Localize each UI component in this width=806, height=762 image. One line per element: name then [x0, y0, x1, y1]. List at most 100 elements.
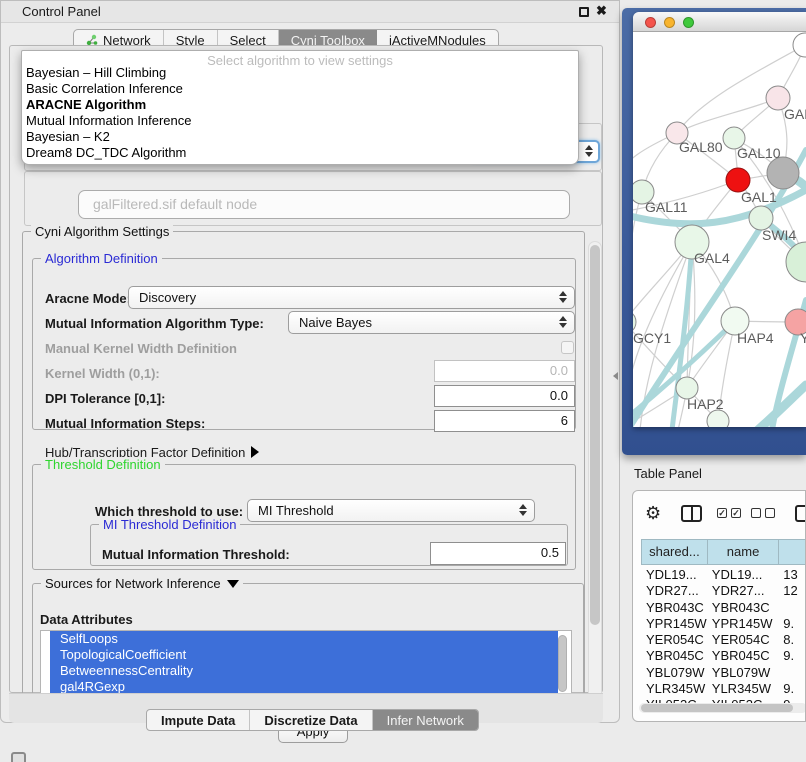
- network-node[interactable]: [793, 33, 806, 57]
- table-hscrollbar: [639, 703, 806, 713]
- node-label: GAL: [784, 106, 806, 122]
- aracne-mode-label: Aracne Mode:: [45, 291, 131, 306]
- mi-threshold-input[interactable]: 0.5: [430, 542, 566, 565]
- deselect-all-icon[interactable]: [751, 508, 761, 518]
- select-all-icon[interactable]: ✓: [717, 508, 727, 518]
- table-row[interactable]: YLR345WYLR345W9.: [641, 681, 806, 697]
- node-label: GAL11: [645, 199, 688, 215]
- close-panel-icon[interactable]: ✖: [596, 3, 607, 19]
- table-cell: YPR145W: [641, 616, 707, 632]
- table-row[interactable]: YDR27...YDR27...12: [641, 583, 806, 599]
- combo-arrows-icon: [585, 145, 593, 157]
- table-cell: YPR145W: [707, 616, 778, 632]
- network-combo[interactable]: galFiltered.sif default node: [78, 190, 570, 219]
- table-cell: 9.: [778, 648, 806, 664]
- table-cell: 8.: [778, 632, 806, 648]
- combo-arrows-icon: [559, 316, 567, 328]
- network-edge: [633, 192, 642, 322]
- float-panel-icon[interactable]: [579, 7, 589, 17]
- node-table: shared...name: [641, 539, 806, 565]
- group-title: Algorithm Definition: [41, 251, 162, 266]
- node-label: GAL4: [694, 250, 730, 266]
- tab-infer-network[interactable]: Infer Network: [373, 710, 478, 730]
- table-cell: YDR27...: [641, 583, 707, 599]
- zoom-traffic-light[interactable]: [683, 17, 694, 28]
- table-cell: YDR27...: [707, 583, 778, 599]
- dpi-tolerance-input[interactable]: 0.0: [434, 385, 575, 407]
- column-header[interactable]: name: [707, 539, 779, 565]
- attribute-item[interactable]: BetweennessCentrality: [50, 663, 558, 679]
- network-node[interactable]: [767, 157, 799, 189]
- expand-right-icon: [251, 446, 259, 458]
- network-window-titlebar[interactable]: [633, 12, 806, 32]
- collapse-down-icon: [227, 580, 239, 588]
- table-row[interactable]: YBL079WYBL079W: [641, 665, 806, 681]
- mi-algorithm-type-select[interactable]: Naive Bayes: [288, 311, 575, 334]
- kernel-width-input[interactable]: 0.0: [434, 360, 575, 382]
- attribute-item[interactable]: TopologicalCoefficient: [50, 647, 558, 663]
- table-cell: YBR043C: [641, 600, 707, 616]
- group-title: Threshold Definition: [41, 457, 165, 472]
- gear-icon[interactable]: ⚙: [645, 504, 661, 522]
- attributes-list-scrollbar[interactable]: [558, 635, 567, 692]
- close-traffic-light[interactable]: [645, 17, 656, 28]
- which-threshold-select[interactable]: MI Threshold: [247, 499, 535, 522]
- node-label: GAL1: [741, 189, 777, 205]
- column-header[interactable]: [778, 539, 806, 565]
- node-label: Y: [800, 330, 806, 346]
- data-attributes-list[interactable]: SelfLoopsTopologicalCoefficientBetweenne…: [40, 630, 572, 701]
- algorithm-option[interactable]: Bayesian – K2: [22, 129, 578, 145]
- table-row[interactable]: YPR145WYPR145W9.: [641, 616, 806, 632]
- algorithm-option[interactable]: ARACNE Algorithm: [22, 97, 578, 113]
- network-view-window: GALGAL80GAL10GAL1GAL11SWI4GAL4GCY1HAP4YH…: [633, 12, 806, 427]
- kernel-width-label: Kernel Width (0,1):: [45, 366, 160, 381]
- combo-arrows-icon: [559, 291, 567, 303]
- splitter-collapse-icon[interactable]: [613, 372, 618, 380]
- network-canvas[interactable]: GALGAL80GAL10GAL1GAL11SWI4GAL4GCY1HAP4YH…: [633, 32, 806, 427]
- sources-collapser[interactable]: Sources for Network Inference: [41, 576, 243, 591]
- node-table-rows: YDL19...YDL19...13YDR27...YDR27...12YBR0…: [641, 567, 806, 703]
- tab-impute-data[interactable]: Impute Data: [147, 710, 250, 730]
- algorithm-option[interactable]: Mutual Information Inference: [22, 113, 578, 129]
- tab-discretize-data[interactable]: Discretize Data: [250, 710, 372, 730]
- aracne-mode-select[interactable]: Discovery: [128, 286, 575, 309]
- algorithm-dropdown-list: Select algorithm to view settings Bayesi…: [21, 50, 579, 165]
- algorithm-option[interactable]: Dream8 DC_TDC Algorithm: [22, 145, 578, 161]
- control-panel: Control Panel ✖ NetworkStyleSelectCyni T…: [0, 0, 620, 723]
- table-hscrollbar-thumb[interactable]: [641, 704, 793, 712]
- table-row[interactable]: YBR043CYBR043C: [641, 600, 806, 616]
- node-label: HAP2: [687, 396, 724, 412]
- manual-kernel-width-checkbox[interactable]: [561, 341, 574, 354]
- algorithm-option[interactable]: Basic Correlation Inference: [22, 81, 578, 97]
- table-cell: 9.: [778, 681, 806, 697]
- minimize-traffic-light[interactable]: [664, 17, 675, 28]
- minimized-panel-icon[interactable]: [11, 752, 26, 762]
- table-cell: YBR043C: [707, 600, 778, 616]
- dpi-tolerance-label: DPI Tolerance [0,1]:: [45, 391, 165, 406]
- table-row[interactable]: YBR045CYBR045C9.: [641, 648, 806, 664]
- settings-vscrollbar-thumb[interactable]: [590, 245, 600, 625]
- column-header[interactable]: shared...: [641, 539, 707, 565]
- table-cell: 13: [778, 567, 806, 583]
- table-panel-title: Table Panel: [634, 466, 702, 481]
- columns-icon[interactable]: [681, 505, 702, 522]
- table-cell: YER054C: [707, 632, 778, 648]
- node-label: GAL80: [679, 139, 723, 155]
- table-row[interactable]: YER054CYER054C8.: [641, 632, 806, 648]
- table-cell: YBL079W: [707, 665, 778, 681]
- network-node[interactable]: [707, 410, 729, 427]
- select-all-icon[interactable]: ✓: [731, 508, 741, 518]
- table-cell: YDL19...: [641, 567, 707, 583]
- mi-algorithm-type-label: Mutual Information Algorithm Type:: [45, 316, 264, 331]
- mi-threshold-label: Mutual Information Threshold:: [102, 547, 290, 562]
- table-panel: ⚙ ✓ ✓ shared...name YDL19...YDL19...13YD…: [632, 490, 806, 722]
- partial-icon[interactable]: [795, 505, 806, 522]
- control-panel-titlebar: Control Panel ✖: [1, 1, 619, 23]
- mi-steps-input[interactable]: 6: [434, 410, 575, 432]
- panel-title: Control Panel: [22, 4, 101, 19]
- deselect-all-icon[interactable]: [765, 508, 775, 518]
- settings-vscrollbar: [588, 241, 602, 708]
- table-row[interactable]: YDL19...YDL19...13: [641, 567, 806, 583]
- manual-kernel-width-label: Manual Kernel Width Definition: [45, 341, 237, 356]
- attribute-item[interactable]: SelfLoops: [50, 631, 558, 647]
